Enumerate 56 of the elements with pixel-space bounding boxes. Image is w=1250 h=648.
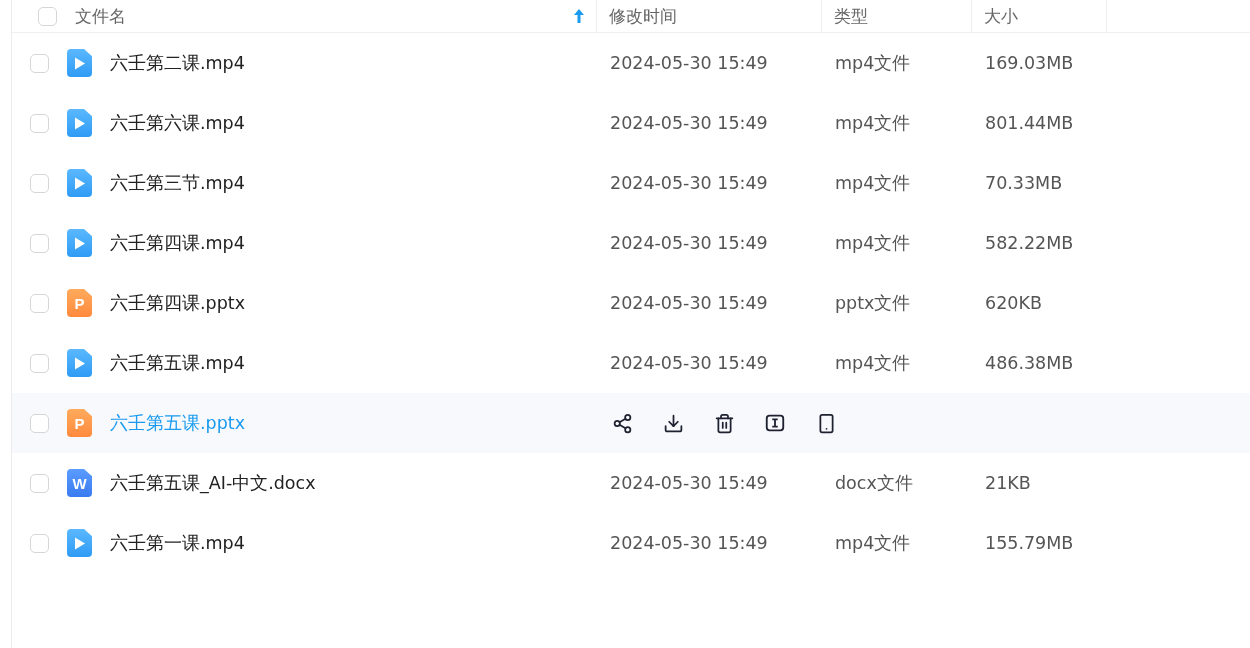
row-checkbox[interactable] (30, 173, 49, 193)
file-type: mp4文件 (834, 173, 911, 193)
file-type: mp4文件 (834, 233, 911, 253)
file-type: mp4文件 (834, 53, 911, 73)
slides-file-icon: P (67, 289, 92, 317)
column-header[interactable]: 类型 (834, 4, 959, 28)
sort-ascending-icon[interactable] (574, 9, 584, 23)
modified-time: 2024-05-30 15:49 (609, 53, 768, 73)
select-all-checkbox[interactable] (38, 6, 57, 26)
file-size: 620KB (984, 293, 1042, 313)
file-size: 169.03MB (984, 53, 1074, 73)
column-header[interactable]: 大小 (984, 4, 1094, 28)
file-name[interactable]: 六壬第六课.mp4 (110, 111, 245, 135)
file-type: mp4文件 (834, 533, 911, 553)
row-checkbox[interactable] (30, 413, 49, 433)
slides-file-icon: P (67, 409, 92, 437)
file-size: 486.38MB (984, 353, 1074, 373)
row-checkbox[interactable] (30, 233, 49, 253)
file-type: docx文件 (834, 473, 913, 493)
modified-time: 2024-05-30 15:49 (609, 113, 768, 133)
file-name[interactable]: 六壬第三节.mp4 (110, 171, 245, 195)
file-name[interactable]: 六壬第四课.pptx (110, 291, 245, 315)
file-name[interactable]: 六壬第一课.mp4 (110, 531, 245, 555)
column-header[interactable]: 文件名 (75, 4, 564, 28)
file-type: pptx文件 (834, 293, 911, 313)
file-size: 70.33MB (984, 173, 1063, 193)
file-name[interactable]: 六壬第五课_AI-中文.docx (110, 471, 316, 495)
file-name[interactable]: 六壬第二课.mp4 (110, 51, 245, 75)
video-file-icon (67, 49, 92, 77)
file-name[interactable]: 六壬第四课.mp4 (110, 231, 245, 255)
row-checkbox[interactable] (30, 533, 49, 553)
modified-time: 2024-05-30 15:49 (609, 293, 768, 313)
document-file-icon: W (67, 469, 92, 497)
modified-time: 2024-05-30 15:49 (609, 233, 768, 253)
modified-time: 2024-05-30 15:49 (609, 353, 768, 373)
file-size: 801.44MB (984, 113, 1074, 133)
row-checkbox[interactable] (30, 113, 49, 133)
row-checkbox[interactable] (30, 353, 49, 373)
row-checkbox[interactable] (30, 293, 49, 313)
video-file-icon (67, 229, 92, 257)
row-checkbox[interactable] (30, 53, 49, 73)
file-size: 21KB (984, 473, 1031, 493)
video-file-icon (67, 109, 92, 137)
file-name[interactable]: 六壬第五课.mp4 (110, 351, 245, 375)
column-header[interactable]: 修改时间 (609, 4, 809, 28)
video-file-icon (67, 169, 92, 197)
row-checkbox[interactable] (30, 473, 49, 493)
video-file-icon (67, 349, 92, 377)
file-type: mp4文件 (834, 113, 911, 133)
modified-time: 2024-05-30 15:49 (609, 533, 768, 553)
video-file-icon (67, 529, 92, 557)
file-size: 155.79MB (984, 533, 1074, 553)
file-size: 582.22MB (984, 233, 1074, 253)
modified-time: 2024-05-30 15:49 (609, 173, 768, 193)
modified-time: 2024-05-30 15:49 (609, 473, 768, 493)
file-type: mp4文件 (834, 353, 911, 373)
